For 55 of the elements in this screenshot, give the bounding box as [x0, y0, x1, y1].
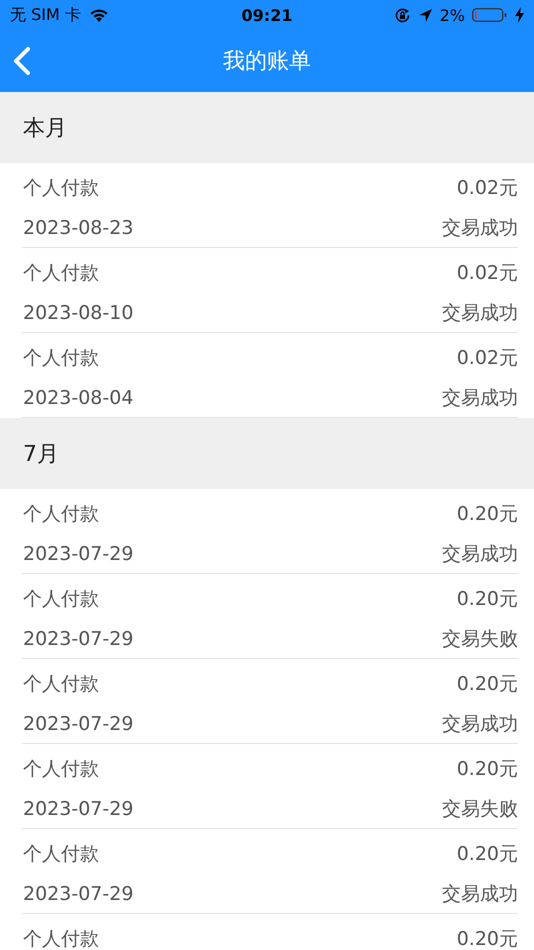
bill-row[interactable]: 个人付款 0.02元 2023-08-04 交易成功 [0, 333, 534, 418]
bill-date: 2023-08-10 [23, 302, 134, 324]
bill-date: 2023-07-29 [23, 713, 134, 735]
bill-date: 2023-07-29 [23, 543, 134, 565]
bill-row[interactable]: 个人付款 0.20元 [0, 914, 534, 950]
payment-type: 个人付款 [23, 927, 99, 950]
transaction-status: 交易成功 [442, 216, 518, 241]
back-icon[interactable] [12, 46, 32, 76]
amount: 0.02元 [456, 346, 518, 371]
bill-row[interactable]: 个人付款 0.20元 2023-07-29 交易成功 [0, 829, 534, 914]
bill-row[interactable]: 个人付款 0.02元 2023-08-23 交易成功 [0, 163, 534, 248]
amount: 0.20元 [456, 587, 518, 612]
transaction-status: 交易成功 [442, 301, 518, 326]
amount: 0.20元 [456, 842, 518, 867]
bill-date: 2023-07-29 [23, 883, 134, 905]
amount: 0.02元 [456, 261, 518, 286]
payment-type: 个人付款 [23, 757, 99, 782]
transaction-status: 交易成功 [442, 542, 518, 567]
bill-date: 2023-08-04 [23, 387, 134, 409]
amount: 0.20元 [456, 672, 518, 697]
bill-row[interactable]: 个人付款 0.20元 2023-07-29 交易失败 [0, 744, 534, 829]
payment-type: 个人付款 [23, 346, 99, 371]
charging-bolt-icon [515, 7, 524, 23]
payment-type: 个人付款 [23, 842, 99, 867]
month-label: 7月 [23, 440, 59, 468]
payment-type: 个人付款 [23, 176, 99, 201]
transaction-status: 交易失败 [442, 797, 518, 822]
transaction-status: 交易失败 [442, 627, 518, 652]
bill-date: 2023-07-29 [23, 798, 134, 820]
transaction-status: 交易成功 [442, 386, 518, 411]
carrier-label: 无 SIM 卡 [10, 4, 81, 26]
transaction-status: 交易成功 [442, 712, 518, 737]
bill-row[interactable]: 个人付款 0.20元 2023-07-29 交易成功 [0, 659, 534, 744]
bill-date: 2023-08-23 [23, 217, 134, 239]
rotation-lock-icon [394, 6, 411, 24]
amount: 0.20元 [456, 927, 518, 950]
transaction-status: 交易成功 [442, 882, 518, 907]
page-title: 我的账单 [223, 48, 311, 76]
amount: 0.02元 [456, 176, 518, 201]
clock-time: 09:21 [242, 6, 292, 24]
bill-row[interactable]: 个人付款 0.20元 2023-07-29 交易成功 [0, 489, 534, 574]
bill-date: 2023-07-29 [23, 628, 134, 650]
battery-icon [472, 7, 508, 23]
payment-type: 个人付款 [23, 502, 99, 527]
bill-row[interactable]: 个人付款 0.20元 2023-07-29 交易失败 [0, 574, 534, 659]
payment-type: 个人付款 [23, 261, 99, 286]
location-arrow-icon [418, 8, 433, 22]
amount: 0.20元 [456, 757, 518, 782]
bill-row[interactable]: 个人付款 0.02元 2023-08-10 交易成功 [0, 248, 534, 333]
payment-type: 个人付款 [23, 587, 99, 612]
month-label: 本月 [23, 114, 67, 142]
battery-percent: 2% [440, 6, 465, 24]
wifi-icon [88, 8, 109, 22]
amount: 0.20元 [456, 502, 518, 527]
payment-type: 个人付款 [23, 672, 99, 697]
